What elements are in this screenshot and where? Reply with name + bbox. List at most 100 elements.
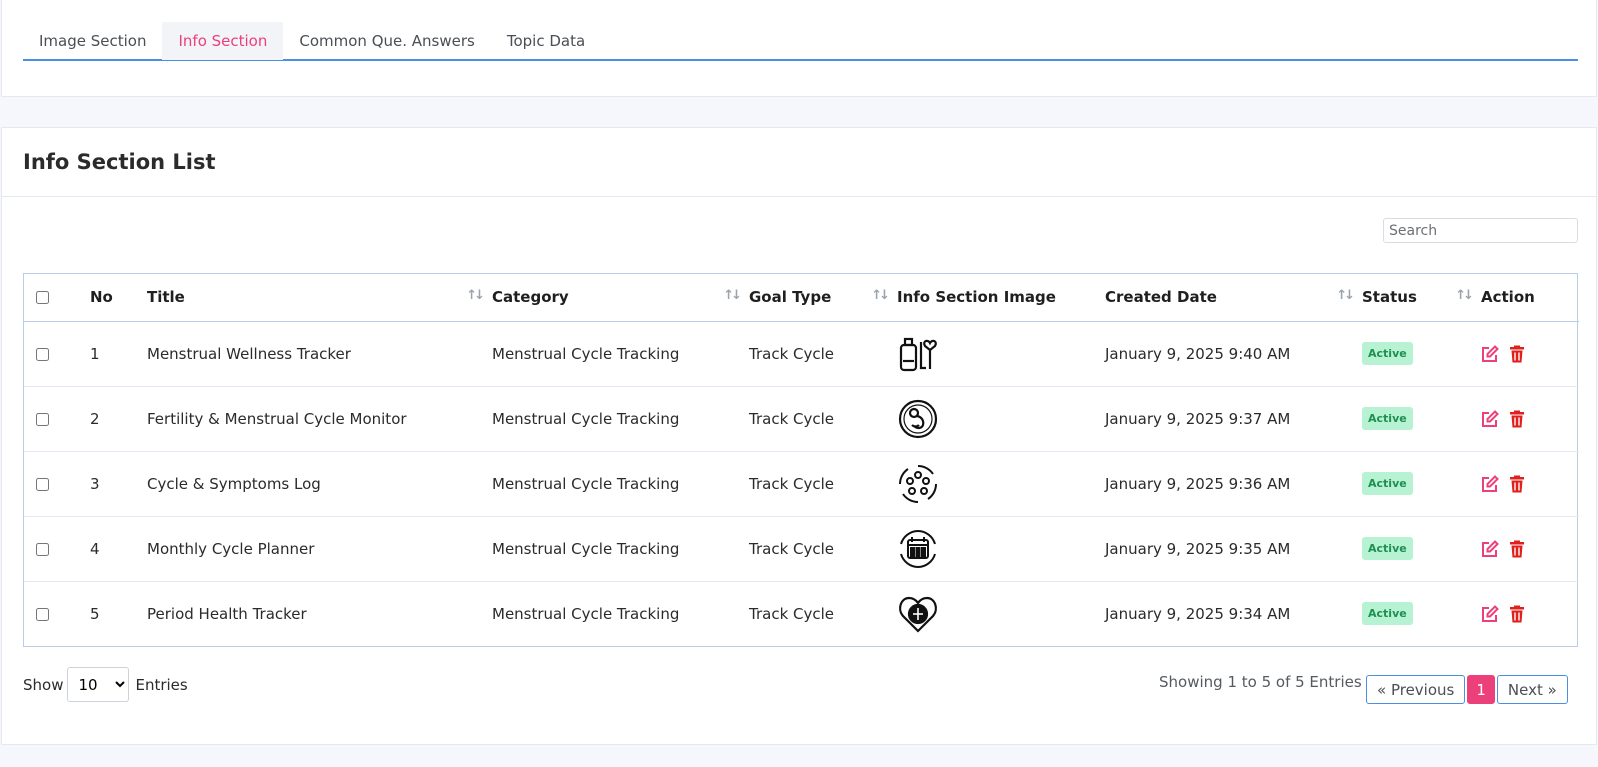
row-title: Cycle & Symptoms Log	[147, 474, 321, 493]
delete-icon[interactable]	[1508, 605, 1526, 623]
row-image-cell	[897, 451, 1105, 516]
row-title: Fertility & Menstrual Cycle Monitor	[147, 409, 407, 428]
status-badge: Active	[1362, 537, 1413, 560]
row-goal-type: Track Cycle	[749, 604, 835, 623]
row-no: 3	[90, 474, 100, 493]
tab-common-que-answers[interactable]: Common Que. Answers	[283, 22, 490, 60]
fetus-icon	[898, 399, 938, 438]
delete-icon[interactable]	[1508, 345, 1526, 363]
page-size-control: Show 10 Entries	[23, 667, 188, 702]
sort-icon[interactable]: ↑↓	[723, 288, 742, 303]
previous-page-button[interactable]: « Previous	[1366, 675, 1466, 704]
row-select-cell	[24, 581, 90, 646]
entries-label: Entries	[135, 675, 188, 694]
row-status-cell: Active	[1362, 386, 1481, 451]
col-header-status-label: Status	[1362, 288, 1417, 307]
row-status-cell: Active	[1362, 321, 1481, 386]
col-header-created-date[interactable]: Created Date ↑↓	[1105, 274, 1362, 321]
col-header-created-date-label: Created Date	[1105, 288, 1217, 307]
table-row: 5 Period Health Tracker Menstrual Cycle …	[24, 581, 1579, 646]
row-checkbox[interactable]	[36, 607, 49, 621]
pagination: « Previous 1 Next »	[1366, 675, 1568, 704]
row-no: 4	[90, 539, 100, 558]
row-title: Monthly Cycle Planner	[147, 539, 315, 558]
row-goal-type: Track Cycle	[749, 344, 835, 363]
row-image-cell	[897, 386, 1105, 451]
edit-icon[interactable]	[1481, 539, 1499, 558]
tab-image-section[interactable]: Image Section	[23, 22, 162, 60]
row-checkbox[interactable]	[36, 347, 49, 361]
row-select-cell	[24, 451, 90, 516]
heart-health-icon	[899, 596, 937, 633]
edit-icon[interactable]	[1481, 344, 1499, 363]
col-header-status[interactable]: Status ↑↓	[1362, 274, 1481, 321]
delete-icon[interactable]	[1508, 540, 1526, 558]
row-image-cell	[897, 516, 1105, 581]
page-title: Info Section List	[23, 150, 216, 174]
row-status-cell: Active	[1362, 581, 1481, 646]
select-all-cell	[24, 274, 90, 321]
delete-icon[interactable]	[1508, 410, 1526, 428]
select-all-checkbox[interactable]	[36, 291, 49, 305]
device-heart-icon	[899, 337, 937, 371]
cycle-ring-icon	[898, 464, 938, 503]
col-header-image: Info Section Image	[897, 288, 1056, 307]
edit-icon[interactable]	[1481, 409, 1499, 428]
table-row: 1 Menstrual Wellness Tracker Menstrual C…	[24, 321, 1579, 386]
next-page-button[interactable]: Next »	[1496, 675, 1568, 704]
row-checkbox[interactable]	[36, 477, 49, 491]
page-1-button[interactable]: 1	[1467, 675, 1495, 704]
col-header-goal-type[interactable]: Goal Type ↑↓	[749, 274, 897, 321]
row-goal-type: Track Cycle	[749, 409, 835, 428]
row-select-cell	[24, 516, 90, 581]
info-section-table: No Title ↑↓ Category ↑↓ Goal Type ↑↓ Info S…	[23, 273, 1579, 647]
col-header-category-label: Category	[492, 288, 569, 307]
entries-select[interactable]: 10	[67, 667, 130, 702]
col-header-title[interactable]: Title ↑↓	[147, 274, 492, 321]
row-actions	[1481, 321, 1579, 386]
row-checkbox[interactable]	[36, 542, 49, 556]
row-actions	[1481, 581, 1579, 646]
table-row: 4 Monthly Cycle Planner Menstrual Cycle …	[24, 516, 1579, 581]
row-category: Menstrual Cycle Tracking	[492, 539, 680, 558]
tab-info-section[interactable]: Info Section	[162, 22, 284, 60]
row-category: Menstrual Cycle Tracking	[492, 344, 680, 363]
pagination-info: Showing 1 to 5 of 5 Entries	[1159, 673, 1362, 691]
row-actions	[1481, 451, 1579, 516]
row-created-date: January 9, 2025 9:34 AM	[1105, 604, 1291, 623]
col-header-no: No	[90, 288, 113, 307]
row-actions	[1481, 516, 1579, 581]
sort-icon[interactable]: ↑↓	[1455, 288, 1474, 303]
row-checkbox[interactable]	[36, 412, 49, 426]
row-select-cell	[24, 386, 90, 451]
calendar-cycle-icon	[900, 529, 936, 568]
sort-icon[interactable]: ↑↓	[871, 288, 890, 303]
edit-icon[interactable]	[1481, 605, 1499, 623]
row-select-cell	[24, 321, 90, 386]
row-actions	[1481, 386, 1579, 451]
row-goal-type: Track Cycle	[749, 474, 835, 493]
row-no: 2	[90, 409, 100, 428]
row-no: 1	[90, 344, 100, 363]
row-created-date: January 9, 2025 9:36 AM	[1105, 474, 1291, 493]
row-goal-type: Track Cycle	[749, 539, 835, 558]
row-no: 5	[90, 604, 100, 623]
sort-icon[interactable]: ↑↓	[466, 288, 485, 303]
sort-icon[interactable]: ↑↓	[1336, 288, 1355, 303]
row-title: Menstrual Wellness Tracker	[147, 344, 351, 363]
show-label: Show	[23, 675, 64, 694]
tab-topic-data[interactable]: Topic Data	[491, 22, 601, 60]
table-row: 3 Cycle & Symptoms Log Menstrual Cycle T…	[24, 451, 1579, 516]
edit-icon[interactable]	[1481, 474, 1499, 493]
status-badge: Active	[1362, 407, 1413, 430]
tabs-card: Image Section Info Section Common Que. A…	[1, 0, 1597, 97]
row-status-cell: Active	[1362, 516, 1481, 581]
delete-icon[interactable]	[1508, 475, 1526, 493]
search-input[interactable]	[1383, 218, 1578, 243]
row-image-cell	[897, 321, 1105, 386]
table-row: 2 Fertility & Menstrual Cycle Monitor Me…	[24, 386, 1579, 451]
col-header-category[interactable]: Category ↑↓	[492, 274, 749, 321]
row-created-date: January 9, 2025 9:40 AM	[1105, 344, 1291, 363]
row-created-date: January 9, 2025 9:35 AM	[1105, 539, 1291, 558]
card-header: Info Section List	[2, 128, 1596, 197]
